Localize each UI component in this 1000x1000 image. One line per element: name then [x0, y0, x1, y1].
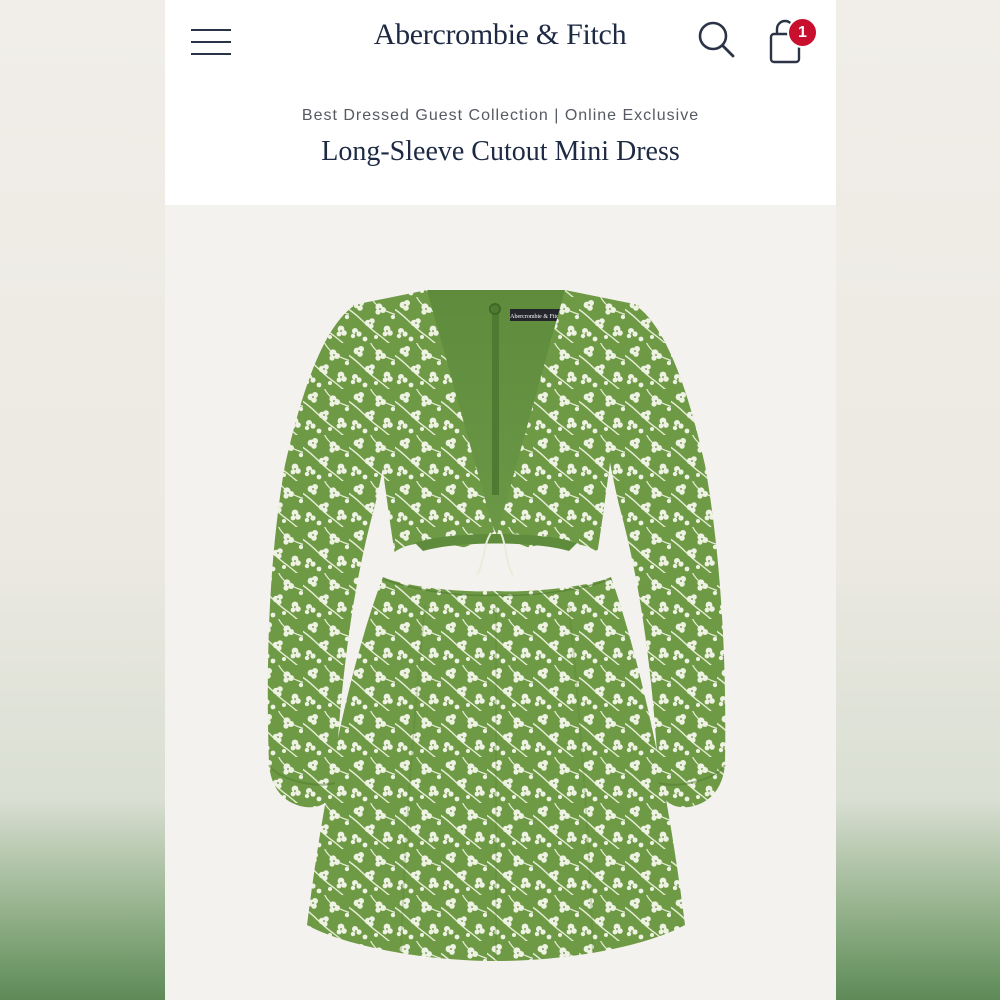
product-image: Abercrombie & Fitch: [267, 290, 726, 962]
collection-label: Best Dressed Guest Collection | Online E…: [301, 107, 700, 124]
left-backdrop: [0, 0, 165, 1000]
hamburger-menu-icon[interactable]: [189, 26, 233, 58]
right-backdrop: [835, 0, 1000, 1000]
garment-label: Abercrombie & Fitch: [510, 314, 562, 320]
bag-count-badge: 1: [787, 17, 818, 48]
top-navigation-bar: Abercrombie & Fitch 1: [165, 0, 836, 82]
mobile-page: Abercrombie & Fitch 1 Best Dressed Guest…: [165, 0, 836, 1000]
brand-logo[interactable]: Abercrombie & Fitch: [335, 18, 665, 52]
product-image-area[interactable]: Abercrombie & Fitch: [165, 205, 836, 1000]
product-title: Long-Sleeve Cutout Mini Dress: [321, 136, 680, 167]
search-icon[interactable]: [695, 18, 739, 62]
